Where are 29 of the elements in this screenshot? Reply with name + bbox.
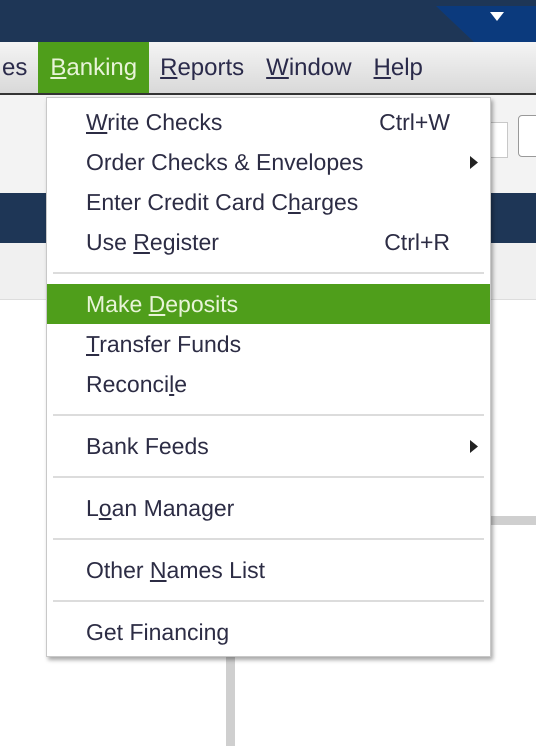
menu-item[interactable]: Transfer Funds <box>47 324 490 364</box>
search-button[interactable] <box>518 115 536 157</box>
menu-item-label: Write Checks <box>86 108 224 137</box>
menu-bar-item[interactable]: Window <box>255 42 363 93</box>
menu-item-label: Other Names List <box>86 556 266 585</box>
menu-item[interactable]: Use Register Ctrl+R <box>47 222 490 262</box>
shortcut-label: Ctrl+R <box>384 228 450 257</box>
menu-item-label: Enter Credit Card Charges <box>86 188 360 217</box>
menu-item-label: Bank Feeds <box>86 432 210 461</box>
menu-bar-item[interactable]: Help <box>362 42 434 93</box>
menu-bar-item[interactable]: Reports <box>149 42 256 93</box>
menu-item[interactable]: Enter Credit Card Charges <box>47 182 490 222</box>
menu-item[interactable]: Get Financing <box>47 612 490 652</box>
menu-item-label: Make Deposits <box>86 290 240 319</box>
menu-item[interactable]: Bank Feeds <box>47 426 490 466</box>
menu-item[interactable]: Order Checks & Envelopes <box>47 142 490 182</box>
menu-item-label: Transfer Funds <box>86 330 242 359</box>
menu-item[interactable]: Reconcile <box>47 364 490 404</box>
menu-item-label: Reconcile <box>86 370 188 399</box>
menu-item[interactable]: Write Checks Ctrl+W <box>47 102 490 142</box>
menu-item[interactable]: Other Names List <box>47 550 490 590</box>
menu-item-label: Use Register <box>86 228 220 257</box>
menu-item-label: Order Checks & Envelopes <box>86 148 364 177</box>
menu-item[interactable]: Loan Manager <box>47 488 490 528</box>
menu-bar-item[interactable]: es <box>0 42 38 93</box>
menu-item-label: Get Financing <box>86 618 230 647</box>
menu-item-label: Loan Manager <box>86 494 236 523</box>
dropdown-arrow-icon <box>490 12 504 21</box>
shortcut-label: Ctrl+W <box>379 108 450 137</box>
